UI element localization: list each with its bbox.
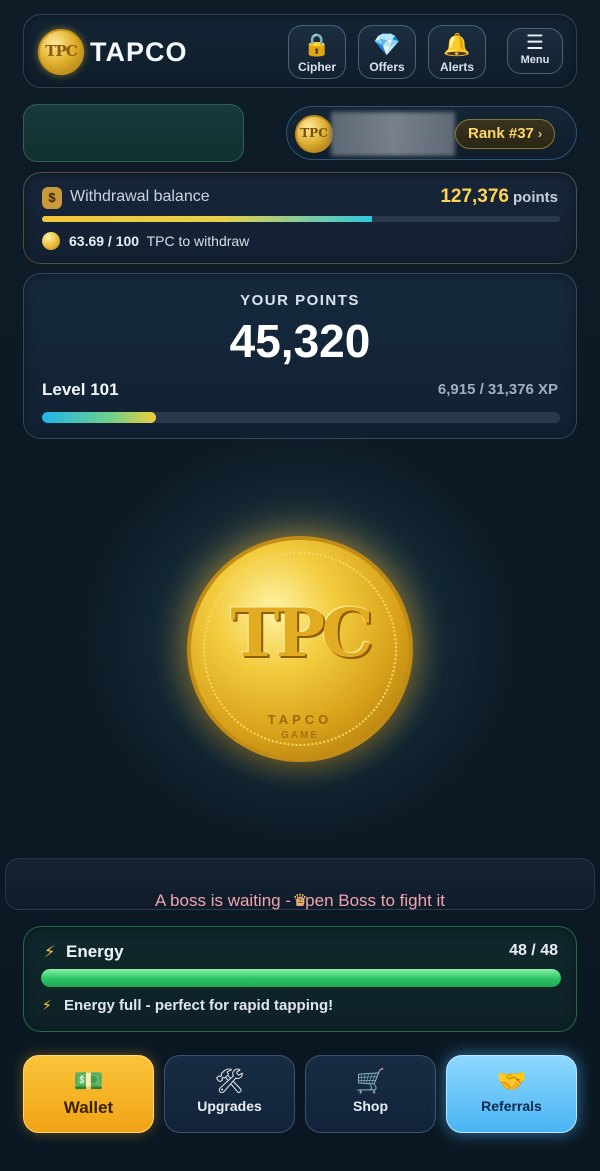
header-bar: TPC TAPCO 🔒 Cipher 💎 Offers 🔔 Alerts ☰ M… [23, 14, 577, 88]
profile-box[interactable] [23, 104, 244, 162]
cart-icon: 🛒 [355, 1068, 386, 1095]
menu-button[interactable]: ☰ Menu [507, 28, 563, 74]
withdrawal-progress-bar [42, 216, 560, 222]
withdrawal-points: 127,376 points [440, 186, 558, 207]
energy-progress-fill [41, 969, 561, 987]
points-value: 45,320 [229, 315, 371, 367]
coin-sub-text: GAME [281, 730, 319, 741]
nav-upgrades[interactable]: 🛠 Upgrades [164, 1055, 295, 1133]
withdrawal-title: Withdrawal balance [70, 188, 210, 205]
handshake-icon: 🤝 [496, 1068, 527, 1095]
cipher-button[interactable]: 🔒 Cipher [288, 25, 346, 79]
level-label: Level 101 [42, 380, 119, 399]
coin-brand-text: TAPCO [267, 712, 333, 727]
tools-icon: 🛠 [214, 1068, 245, 1095]
hamburger-icon: ☰ [526, 32, 544, 54]
tpc-logo-icon: TPC [38, 29, 84, 75]
points-card: YOUR POINTS 45,320 Level 101 6,915 / 31,… [23, 273, 577, 439]
bell-icon: 🔔 [443, 32, 471, 57]
username-redacted [331, 112, 455, 156]
withdrawal-card[interactable]: $ Withdrawal balance 127,376 points 63.69… [23, 172, 577, 264]
lightning-icon: ⚡ [44, 944, 56, 961]
offers-button[interactable]: 💎 Offers [358, 25, 416, 79]
energy-title: Energy [66, 942, 124, 961]
money-bag-icon: $ [42, 187, 62, 209]
tap-coin-button[interactable]: TPC TAPCO GAME [187, 536, 413, 762]
xp-progress-fill [42, 412, 157, 423]
rank-badge[interactable]: Rank #37 › [455, 119, 556, 149]
lock-icon: 🔒 [303, 32, 331, 57]
nav-shop[interactable]: 🛒 Shop [305, 1055, 436, 1133]
energy-value: 48 / 48 [509, 942, 558, 959]
energy-card: ⚡ Energy 48 / 48 ⚡ Energy full - perfect… [23, 926, 577, 1032]
xp-progress-bar [42, 412, 560, 423]
coin-icon [42, 232, 60, 250]
tpc-coin-icon: TPC [295, 115, 333, 153]
coin-logo-text: TPC [230, 594, 373, 672]
energy-message: Energy full - perfect for rapid tapping! [64, 997, 334, 1014]
brand-title: TAPCO [90, 37, 188, 67]
lightning-icon: ⚡ [42, 997, 52, 1013]
energy-progress-bar [41, 969, 561, 987]
boss-text: A boss is waiting - open Boss to fight i… [154, 891, 446, 910]
nav-wallet[interactable]: 💵 Wallet [23, 1055, 154, 1133]
diamond-icon: 💎 [373, 32, 401, 57]
rank-pill[interactable]: TPC Rank #37 › [286, 106, 577, 160]
withdrawal-progress-text: 63.69 / 100 TPC to withdraw [69, 233, 250, 249]
nav-referrals[interactable]: 🤝 Referrals [446, 1055, 577, 1133]
withdrawal-progress-fill [42, 216, 372, 222]
chevron-right-icon: › [537, 126, 543, 141]
xp-label: 6,915 / 31,376 XP [437, 381, 558, 398]
points-title: YOUR POINTS [240, 292, 360, 309]
boss-banner[interactable]: ♛ A boss is waiting - open Boss to fight… [5, 858, 595, 910]
alerts-button[interactable]: 🔔 Alerts [428, 25, 486, 79]
money-icon: 💵 [73, 1068, 104, 1095]
